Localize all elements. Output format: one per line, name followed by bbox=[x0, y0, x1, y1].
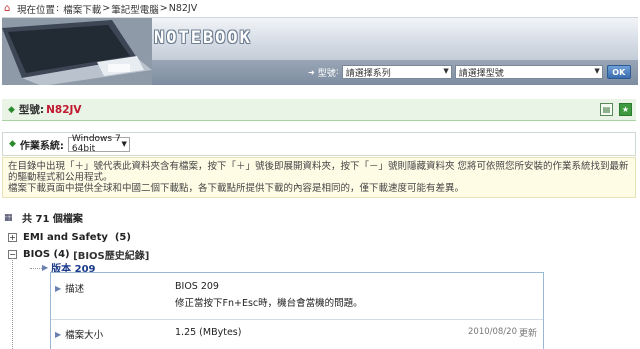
release-date: 2010/08/20 bbox=[468, 327, 517, 337]
expand-icon[interactable]: + bbox=[8, 233, 17, 242]
page: ⌂ 現在位置 : 檔案下載 > 筆記型電腦 > N82JV NOTEBOOK ➜… bbox=[0, 0, 640, 349]
os-label: 作業系統: bbox=[19, 140, 64, 152]
banner-title: NOTEBOOK bbox=[154, 28, 252, 48]
cube-icon: ◆ bbox=[9, 139, 16, 149]
chevron-down-icon: ▼ bbox=[594, 67, 600, 75]
home-icon[interactable]: ⌂ bbox=[4, 3, 14, 14]
model-select[interactable]: 請選擇型號 ▼ bbox=[454, 65, 603, 79]
breadcrumb-item-downloads[interactable]: 檔案下載 bbox=[63, 2, 101, 16]
notebook-banner: NOTEBOOK ➜ 型號 : 請選擇系列 ▼ 請選擇型號 ▼ OK bbox=[2, 17, 638, 85]
description-label: 描述 bbox=[65, 284, 85, 295]
filesize-label: 檔案大小 bbox=[65, 330, 104, 341]
breadcrumb-prefix: 現在位置 bbox=[17, 4, 56, 16]
category-emi-safety[interactable]: + EMI and Safety (5) bbox=[8, 232, 131, 243]
os-select[interactable]: Windows 7 64bit ▼ bbox=[67, 134, 130, 154]
notice-line-2: 檔案下載頁面中提供全球和中國二個下載點，各下載點所提供下載的內容是相同的，僅下載… bbox=[8, 183, 465, 194]
print-icon[interactable]: ▤ bbox=[600, 103, 613, 116]
model-picker-label: 型號 bbox=[317, 68, 336, 79]
model-value: N82JV bbox=[46, 103, 82, 116]
download-notice: 在目錄中出現「＋」號代表此資料夾含有檔案，按下「＋」號後即展開資料夾，按下「－」… bbox=[2, 157, 636, 198]
model-header: ◆ 型號: N82JV ▤ ★ bbox=[2, 99, 636, 121]
ok-button[interactable]: OK bbox=[606, 65, 631, 79]
series-select[interactable]: 請選擇系列 ▼ bbox=[341, 65, 452, 79]
arrow-right-icon: ➜ bbox=[308, 67, 315, 77]
triangle-right-icon: ▶ bbox=[42, 263, 49, 272]
favorite-star-icon[interactable]: ★ bbox=[619, 103, 632, 116]
description-text: 修正當按下Fn+Esc時，機台會當機的問題。 bbox=[175, 298, 363, 309]
model-label: 型號: bbox=[18, 104, 45, 116]
file-detail-panel: ▶ 描述 BIOS 209 修正當按下Fn+Esc時，機台會當機的問題。 ▶ 檔… bbox=[50, 272, 544, 349]
breadcrumb-item-notebook[interactable]: 筆記型電腦 bbox=[111, 2, 159, 16]
cube-icon: ◆ bbox=[8, 104, 15, 115]
chevron-down-icon: ▼ bbox=[121, 139, 127, 148]
notice-line-1: 在目錄中出現「＋」號代表此資料夾含有檔案，按下「＋」號後即展開資料夾，按下「－」… bbox=[8, 161, 629, 183]
update-label: 更新 bbox=[518, 329, 537, 339]
breadcrumb-item-model: N82JV bbox=[168, 3, 198, 14]
model-picker: ➜ 型號 : 請選擇系列 ▼ 請選擇型號 ▼ OK bbox=[308, 65, 631, 79]
file-tree-icon: ▦ bbox=[4, 212, 13, 223]
os-row: ◆ 作業系統: Windows 7 64bit ▼ bbox=[2, 132, 636, 156]
file-count: ▦ 共 71 個檔案 bbox=[4, 212, 83, 226]
description-title: BIOS 209 bbox=[175, 281, 219, 292]
triangle-right-icon: ▶ bbox=[55, 283, 62, 293]
chevron-down-icon: ▼ bbox=[443, 67, 449, 75]
breadcrumb: ⌂ 現在位置 : 檔案下載 > 筆記型電腦 > N82JV bbox=[0, 0, 640, 17]
laptop-image bbox=[2, 18, 152, 85]
filesize-value: 1.25 (MBytes) bbox=[175, 327, 242, 338]
triangle-right-icon: ▶ bbox=[55, 329, 62, 339]
